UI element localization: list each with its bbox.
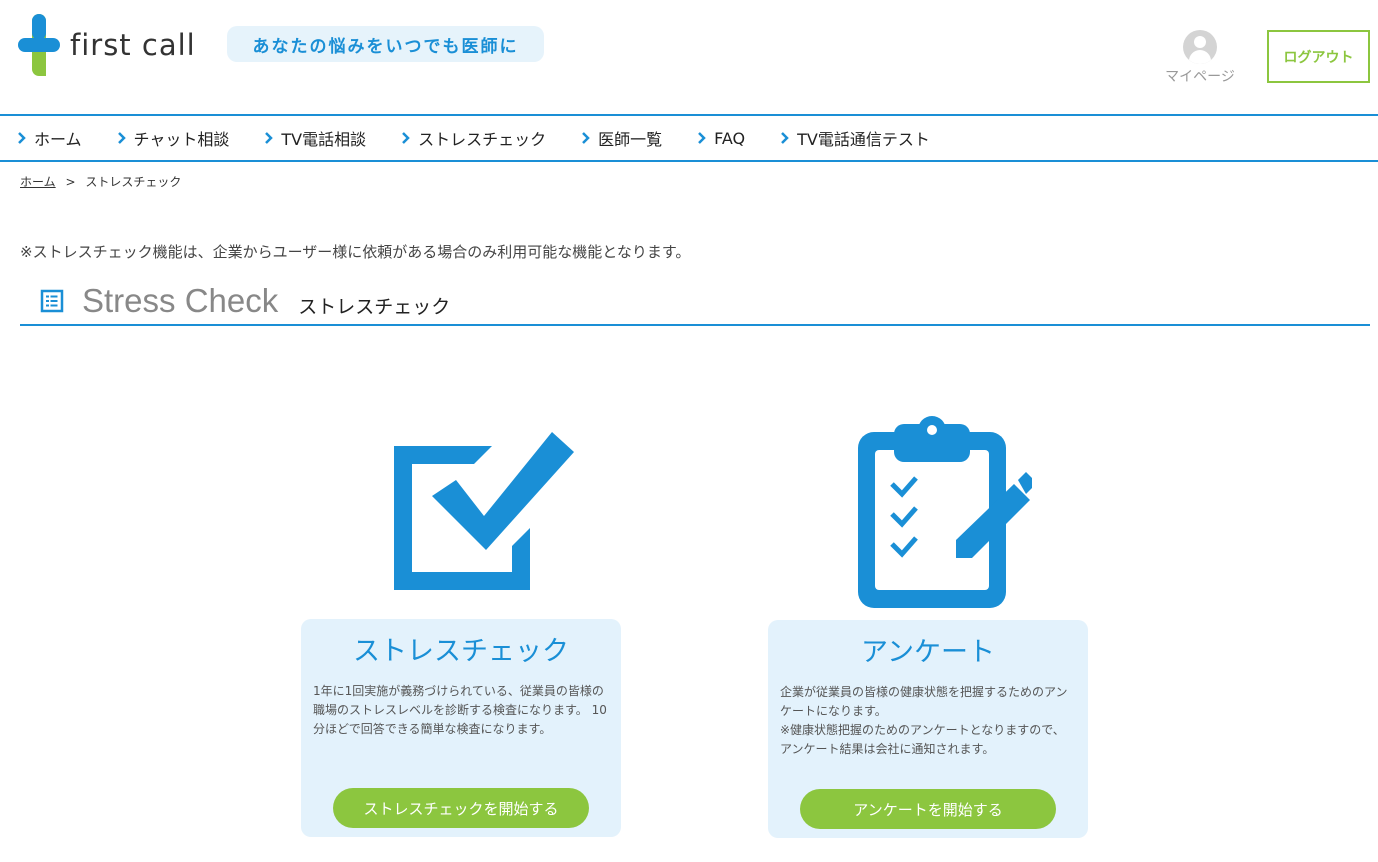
logout-button[interactable]: ログアウト <box>1267 30 1370 83</box>
card-description: 企業が従業員の皆様の健康状態を把握するためのアン ケートになります。 ※健康状態… <box>768 683 1088 759</box>
nav-item-doctors[interactable]: 医師一覧 <box>582 126 662 150</box>
breadcrumb-separator: > <box>65 175 76 189</box>
nav-item-chat[interactable]: チャット相談 <box>117 126 230 150</box>
nav-item-label: TV電話通信テスト <box>797 130 930 149</box>
nav-item-label: ホーム <box>34 130 82 149</box>
card-description-line: 企業が従業員の皆様の健康状態を把握するためのアン <box>780 685 1068 699</box>
card-description: 1年に1回実施が義務づけられている、従業員の皆様の 職場のストレスレベルを診断す… <box>301 682 621 739</box>
avatar-icon <box>1183 30 1217 64</box>
card-description-line: ケートになります。 <box>780 704 887 718</box>
survey-card: アンケート 企業が従業員の皆様の健康状態を把握するためのアン ケートになります。… <box>768 620 1088 838</box>
page-title-en: Stress Check <box>82 282 279 319</box>
breadcrumb-home-link[interactable]: ホーム <box>20 175 56 189</box>
nav-item-label: 医師一覧 <box>598 130 663 149</box>
nav-item-stress-check[interactable]: ストレスチェック <box>402 126 546 150</box>
card-title: ストレスチェック <box>353 636 569 667</box>
chevron-right-icon <box>582 132 590 144</box>
chevron-right-icon <box>698 132 706 144</box>
main-nav: ホーム チャット相談 TV電話相談 ストレスチェック 医師一覧 FAQ TV電話… <box>0 114 1378 162</box>
document-list-icon <box>40 289 64 313</box>
page-title-jp: ストレスチェック <box>298 295 451 318</box>
chevron-right-icon <box>265 132 274 144</box>
chevron-right-icon <box>18 132 26 144</box>
logo-text: first call <box>70 28 196 62</box>
start-survey-button[interactable]: アンケートを開始する <box>800 789 1056 829</box>
nav-item-label: TV電話相談 <box>281 130 367 149</box>
breadcrumb: ホーム > ストレスチェック <box>20 173 181 190</box>
card-description-line: ※健康状態把握のためのアンケートとなりますので、 <box>780 723 1065 737</box>
card-description-line: アンケート結果は会社に通知されます。 <box>780 742 995 756</box>
breadcrumb-current: ストレスチェック <box>85 175 182 189</box>
clipboard-icon <box>858 416 1032 608</box>
chevron-right-icon <box>402 132 410 144</box>
chevron-right-icon <box>117 132 126 144</box>
nav-item-label: ストレスチェック <box>418 130 547 149</box>
nav-item-faq[interactable]: FAQ <box>698 129 745 148</box>
logo[interactable]: first call <box>18 14 218 76</box>
page-title: Stress Check ストレスチェック <box>20 278 1370 326</box>
nav-item-label: FAQ <box>714 128 746 148</box>
availability-notice: ※ストレスチェック機能は、企業からユーザー様に依頼がある場合のみ利用可能な機能と… <box>20 243 691 261</box>
start-stress-check-button[interactable]: ストレスチェックを開始する <box>333 788 589 828</box>
logo-cross-icon <box>18 14 60 76</box>
card-description-line: 職場のストレスレベルを診断する検査になります。 10 <box>313 703 607 717</box>
mypage-link[interactable]: マイページ <box>1158 30 1242 86</box>
stress-check-card: ストレスチェック 1年に1回実施が義務づけられている、従業員の皆様の 職場のスト… <box>301 619 621 837</box>
tagline: あなたの悩みをいつでも医師に <box>227 26 544 62</box>
mypage-label: マイページ <box>1165 69 1235 85</box>
chevron-right-icon <box>781 132 789 144</box>
nav-item-tv-test[interactable]: TV電話通信テスト <box>781 126 930 150</box>
card-title: アンケート <box>861 637 995 668</box>
card-description-line: 1年に1回実施が義務づけられている、従業員の皆様の <box>313 684 604 698</box>
card-description-line: 分ほどで回答できる簡単な検査になります。 <box>313 722 552 736</box>
checkbox-icon <box>394 432 574 590</box>
site-header: first call あなたの悩みをいつでも医師に マイページ ログアウト <box>0 0 1378 114</box>
nav-item-home[interactable]: ホーム <box>18 126 82 150</box>
nav-item-label: チャット相談 <box>133 130 230 149</box>
nav-item-tv-call[interactable]: TV電話相談 <box>265 126 366 150</box>
